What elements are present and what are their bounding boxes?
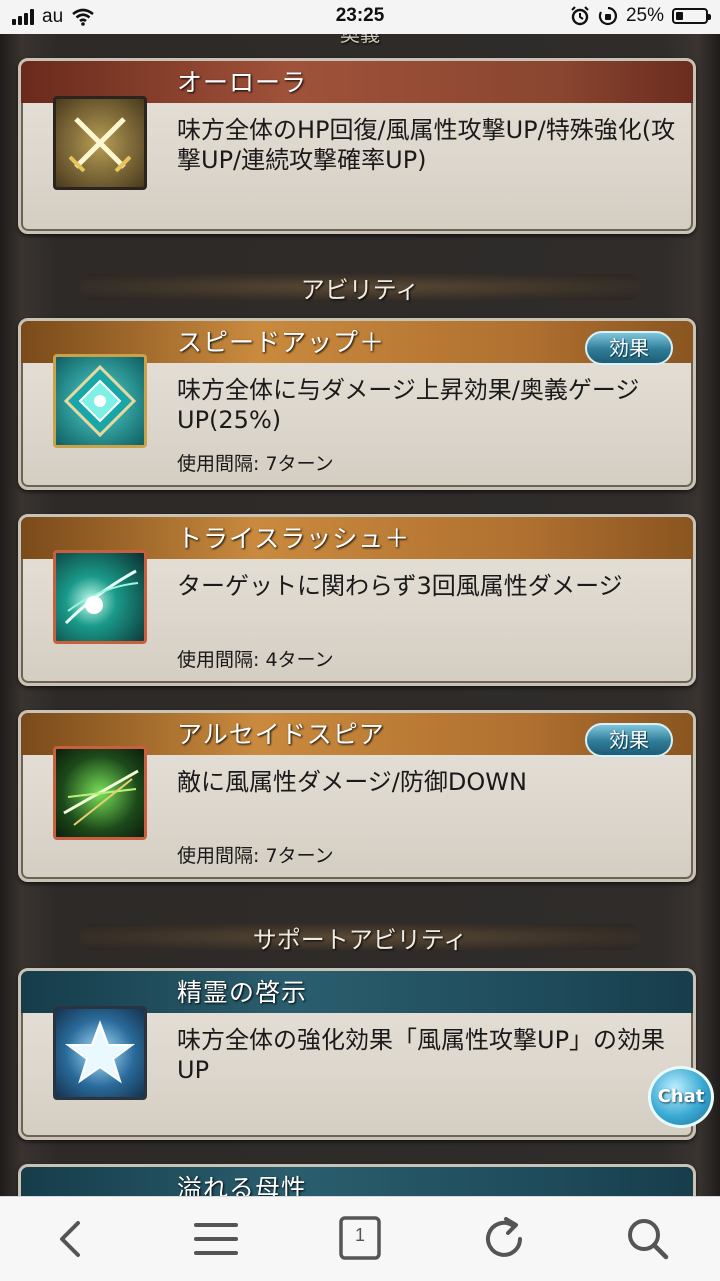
- card-description: ターゲットに関わらず3回風属性ダメージ: [177, 572, 623, 600]
- section-title-support-ability: サポートアビリティ: [252, 926, 468, 954]
- crossed-swords-icon: [53, 96, 147, 190]
- status-bar: au 23:25 25%: [0, 0, 720, 34]
- effect-button[interactable]: 効果: [585, 723, 673, 757]
- section-title-ability: アビリティ: [300, 276, 420, 304]
- cooldown-text: 使用間隔: 7ターン: [177, 453, 334, 475]
- card-title: アルセイドスピア: [177, 720, 385, 749]
- card-header: [21, 1167, 693, 1196]
- menu-icon: [194, 1223, 238, 1255]
- back-icon: [60, 1221, 80, 1257]
- search-button[interactable]: [620, 1215, 676, 1263]
- reload-button[interactable]: [476, 1215, 532, 1263]
- menu-button[interactable]: [188, 1215, 244, 1263]
- battery-icon: [672, 8, 711, 24]
- content-area[interactable]: 奥義 オーローラ 味方全体のHP回復/風属性攻撃UP/特殊強化(攻撃UP/連続攻…: [0, 34, 720, 1196]
- wind-slash-icon: [53, 550, 147, 644]
- diamond-crest-icon: [53, 354, 147, 448]
- green-spear-icon: [53, 746, 147, 840]
- cooldown-text: 使用間隔: 7ターン: [177, 845, 334, 867]
- tabs-button[interactable]: 1: [332, 1215, 388, 1263]
- support-ability-card[interactable]: 精霊の啓示 味方全体の強化効果「風属性攻撃UP」の効果UP: [18, 968, 696, 1140]
- browser-toolbar: 1: [0, 1196, 720, 1281]
- status-right: 25%: [570, 5, 711, 27]
- support-ability-card[interactable]: 溢れる母性: [18, 1164, 696, 1196]
- card-title: トライスラッシュ＋: [177, 524, 411, 553]
- ability-card[interactable]: トライスラッシュ＋ ターゲットに関わらず3回風属性ダメージ 使用間隔: 4ターン: [18, 514, 696, 686]
- card-description: 味方全体に与ダメージ上昇効果/奥義ゲージUP(25%): [177, 376, 640, 434]
- card-description: 味方全体の強化効果「風属性攻撃UP」の効果UP: [177, 1026, 666, 1084]
- tab-count: 1: [354, 1225, 365, 1245]
- alarm-icon: [571, 6, 589, 26]
- star-icon: [53, 1006, 147, 1100]
- ability-card[interactable]: スピードアップ＋ 効果 味方全体に与ダメージ上昇効果/奥義ゲージUP(25%) …: [18, 318, 696, 490]
- partial-section-label: 奥義: [340, 34, 380, 46]
- ougi-card[interactable]: オーローラ 味方全体のHP回復/風属性攻撃UP/特殊強化(攻撃UP/連続攻撃確率…: [18, 58, 696, 234]
- battery-percent: 25%: [625, 5, 664, 26]
- reload-icon: [486, 1217, 522, 1257]
- card-title: 溢れる母性: [177, 1174, 308, 1196]
- effect-button[interactable]: 効果: [585, 331, 673, 365]
- back-button[interactable]: [44, 1215, 100, 1263]
- battery-fill: [676, 12, 683, 20]
- card-title: オーローラ: [177, 68, 308, 97]
- ability-card[interactable]: アルセイドスピア 効果 敵に風属性ダメージ/防御DOWN 使用間隔: 7ターン: [18, 710, 696, 882]
- cooldown-text: 使用間隔: 4ターン: [177, 649, 334, 671]
- orientation-lock-icon: [598, 6, 617, 26]
- card-description: 味方全体のHP回復/風属性攻撃UP/特殊強化(攻撃UP/連続攻撃確率UP): [177, 116, 676, 174]
- card-title: スピードアップ＋: [177, 328, 386, 357]
- search-icon: [628, 1219, 669, 1260]
- card-title: 精霊の啓示: [177, 978, 308, 1007]
- chat-button[interactable]: Chat: [648, 1066, 714, 1128]
- card-description: 敵に風属性ダメージ/防御DOWN: [177, 768, 527, 796]
